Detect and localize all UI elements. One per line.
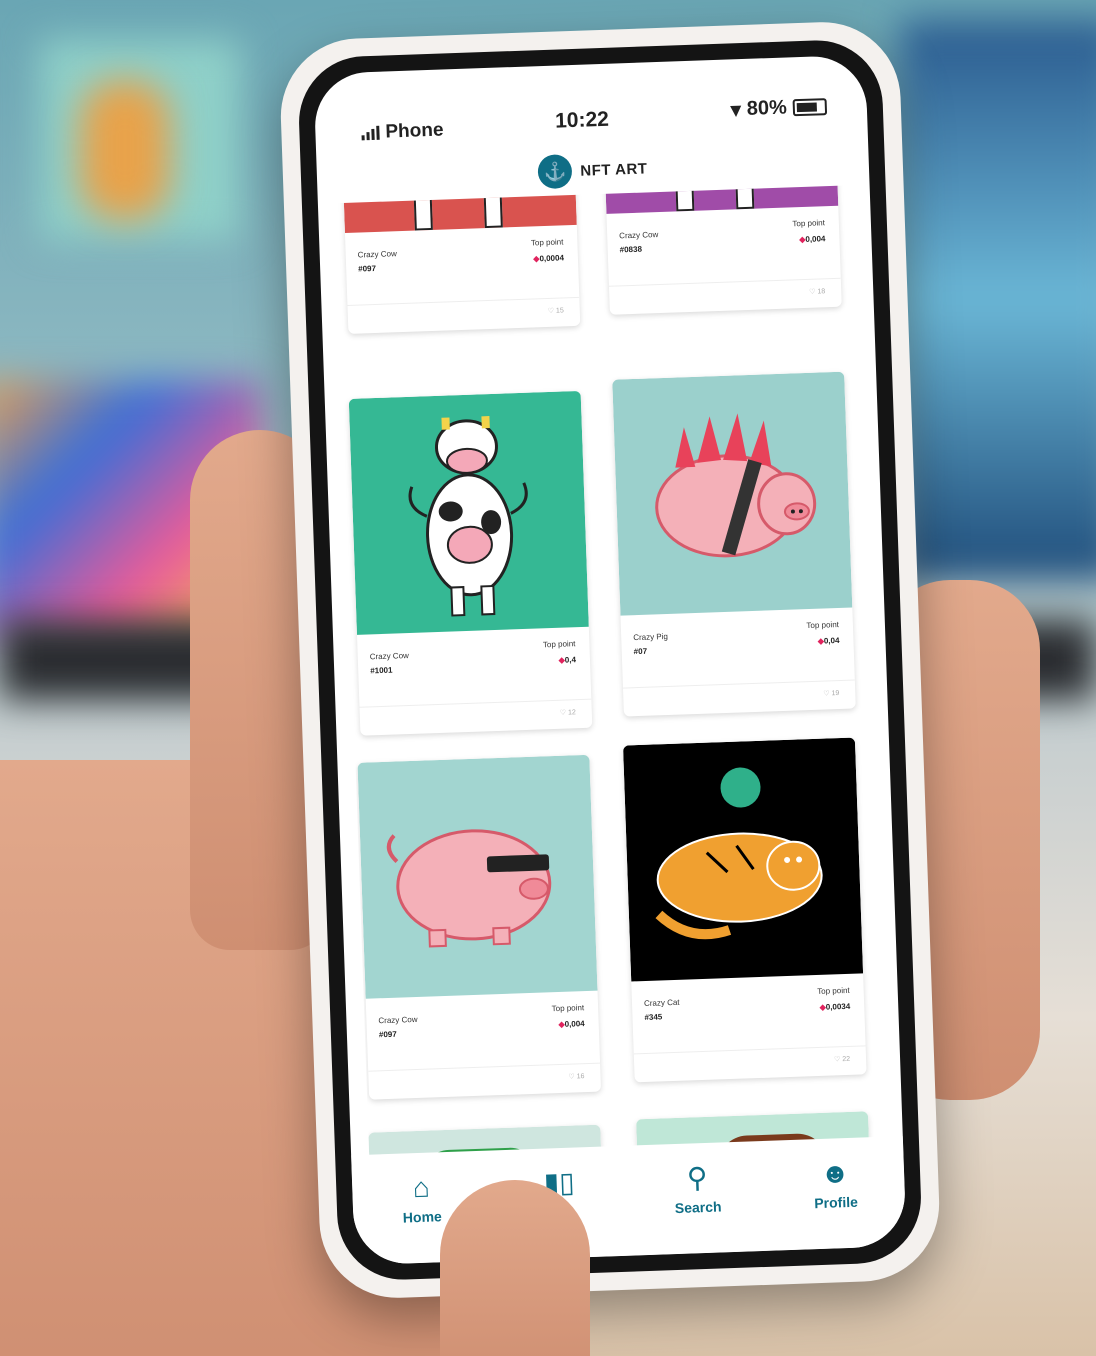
card-artwork — [348, 390, 589, 635]
card-id: #097 — [358, 263, 377, 274]
battery-percent: 80% — [746, 96, 788, 120]
nft-card[interactable]: Crazy Cow #1001 Top point ◆0,4 ♡ 12 — [348, 390, 593, 736]
carrier-label: Phone — [385, 119, 444, 143]
background-art-cone — [80, 80, 170, 220]
nft-card[interactable]: Crazy Pig #07 Top point ◆0,04 ♡ 19 — [612, 371, 856, 717]
battery-icon — [792, 98, 828, 117]
nft-card[interactable]: Crazy Cow #0838 Top point ◆0,004 ♡ 18 — [598, 185, 842, 315]
top-point-value: ◆0,004 — [799, 234, 826, 245]
cow-illustration — [408, 416, 528, 617]
location-icon: ▾ — [730, 99, 742, 122]
top-point-value: ◆0,0004 — [533, 253, 565, 264]
nav-search[interactable]: ⚲ Search — [642, 1161, 754, 1217]
card-info: Crazy Cat #345 Top point ◆0,0034 — [631, 973, 866, 1055]
anchor-logo-icon: ⚓ — [537, 154, 573, 190]
nav-search-label: Search — [674, 1198, 722, 1217]
carrier: Phone — [361, 119, 444, 144]
card-artwork — [622, 737, 864, 982]
card-artwork — [612, 371, 853, 616]
likes-count[interactable]: ♡ 22 — [834, 1055, 850, 1064]
search-icon: ⚲ — [686, 1161, 708, 1194]
clock: 10:22 — [554, 107, 610, 133]
pig-sunglasses-illustration — [386, 829, 552, 948]
nav-profile[interactable]: ☻ Profile — [780, 1157, 892, 1213]
home-icon: ⌂ — [412, 1171, 431, 1204]
battery-status: ▾ 80% — [730, 94, 828, 122]
card-info: Crazy Cow #097 Top point ◆0,0004 — [344, 224, 580, 306]
top-point-label: Top point — [806, 619, 840, 631]
cow-legs — [735, 185, 755, 210]
nav-home-label: Home — [402, 1208, 443, 1226]
nft-card[interactable]: Crazy Cat #345 Top point ◆0,0034 ♡ 22 — [622, 737, 867, 1083]
top-point-label: Top point — [530, 237, 564, 248]
card-name: Crazy Cow — [619, 230, 659, 241]
cow-legs — [483, 193, 503, 229]
likes-count[interactable]: ♡ 18 — [809, 287, 825, 296]
card-artwork — [357, 754, 598, 999]
photo-scene: Phone 10:22 ▾ 80% ⚓ NFT ART Crazy Cow #0… — [0, 0, 1096, 1356]
card-name: Crazy Cow — [357, 249, 397, 260]
card-info: Crazy Cow #1001 Top point ◆0,4 — [356, 626, 592, 708]
top-point-label: Top point — [551, 1003, 585, 1014]
phone-screen: Phone 10:22 ▾ 80% ⚓ NFT ART Crazy Cow #0… — [313, 54, 907, 1266]
card-id: #345 — [644, 1012, 663, 1023]
cat-illustration — [655, 767, 823, 940]
phone: Phone 10:22 ▾ 80% ⚓ NFT ART Crazy Cow #0… — [278, 19, 942, 1301]
top-point-value: ◆0,004 — [558, 1019, 585, 1030]
pig-punk-illustration — [655, 413, 817, 558]
likes-count[interactable]: ♡ 12 — [560, 708, 576, 717]
top-point-value: ◆0,0034 — [819, 1001, 851, 1012]
card-name: Crazy Cow — [369, 651, 410, 662]
top-point-value: ◆0,4 — [558, 655, 577, 665]
card-info: Crazy Pig #07 Top point ◆0,04 — [620, 607, 855, 689]
likes-count[interactable]: ♡ 19 — [823, 689, 839, 698]
card-name: Crazy Cow — [378, 1014, 418, 1026]
nav-profile-label: Profile — [814, 1193, 859, 1212]
nft-grid[interactable]: Crazy Cow #097 Top point ◆0,0004 ♡ 15 Cr… — [336, 185, 886, 1183]
background-art-right — [900, 20, 1096, 580]
card-info: Crazy Cow #0838 Top point ◆0,004 — [606, 205, 841, 287]
card-name: Crazy Pig — [633, 631, 669, 643]
likes-count[interactable]: ♡ 15 — [548, 306, 564, 315]
profile-icon: ☻ — [819, 1156, 851, 1189]
top-point-label: Top point — [542, 639, 576, 650]
top-point-label: Top point — [792, 218, 826, 229]
top-point-label: Top point — [817, 985, 850, 996]
bottom-nav: ⌂ Home ▮▯ ⚲ Search ☻ Profile — [351, 1136, 907, 1266]
signal-icon — [361, 125, 380, 141]
card-name: Crazy Cat — [643, 997, 680, 1009]
nft-card[interactable]: Crazy Cow #097 Top point ◆0,004 ♡ 16 — [357, 754, 602, 1100]
top-point-value: ◆0,04 — [817, 635, 840, 646]
thumb — [440, 1180, 590, 1356]
likes-count[interactable]: ♡ 16 — [568, 1072, 584, 1081]
card-info: Crazy Cow #097 Top point ◆0,004 — [365, 990, 601, 1072]
card-id: #097 — [378, 1029, 397, 1040]
card-id: #0838 — [619, 244, 643, 255]
cow-legs — [413, 195, 433, 231]
card-id: #07 — [633, 646, 648, 657]
app-title: NFT ART — [580, 159, 648, 180]
card-id: #1001 — [370, 665, 393, 676]
nft-card[interactable]: Crazy Cow #097 Top point ◆0,0004 ♡ 15 — [336, 185, 581, 334]
